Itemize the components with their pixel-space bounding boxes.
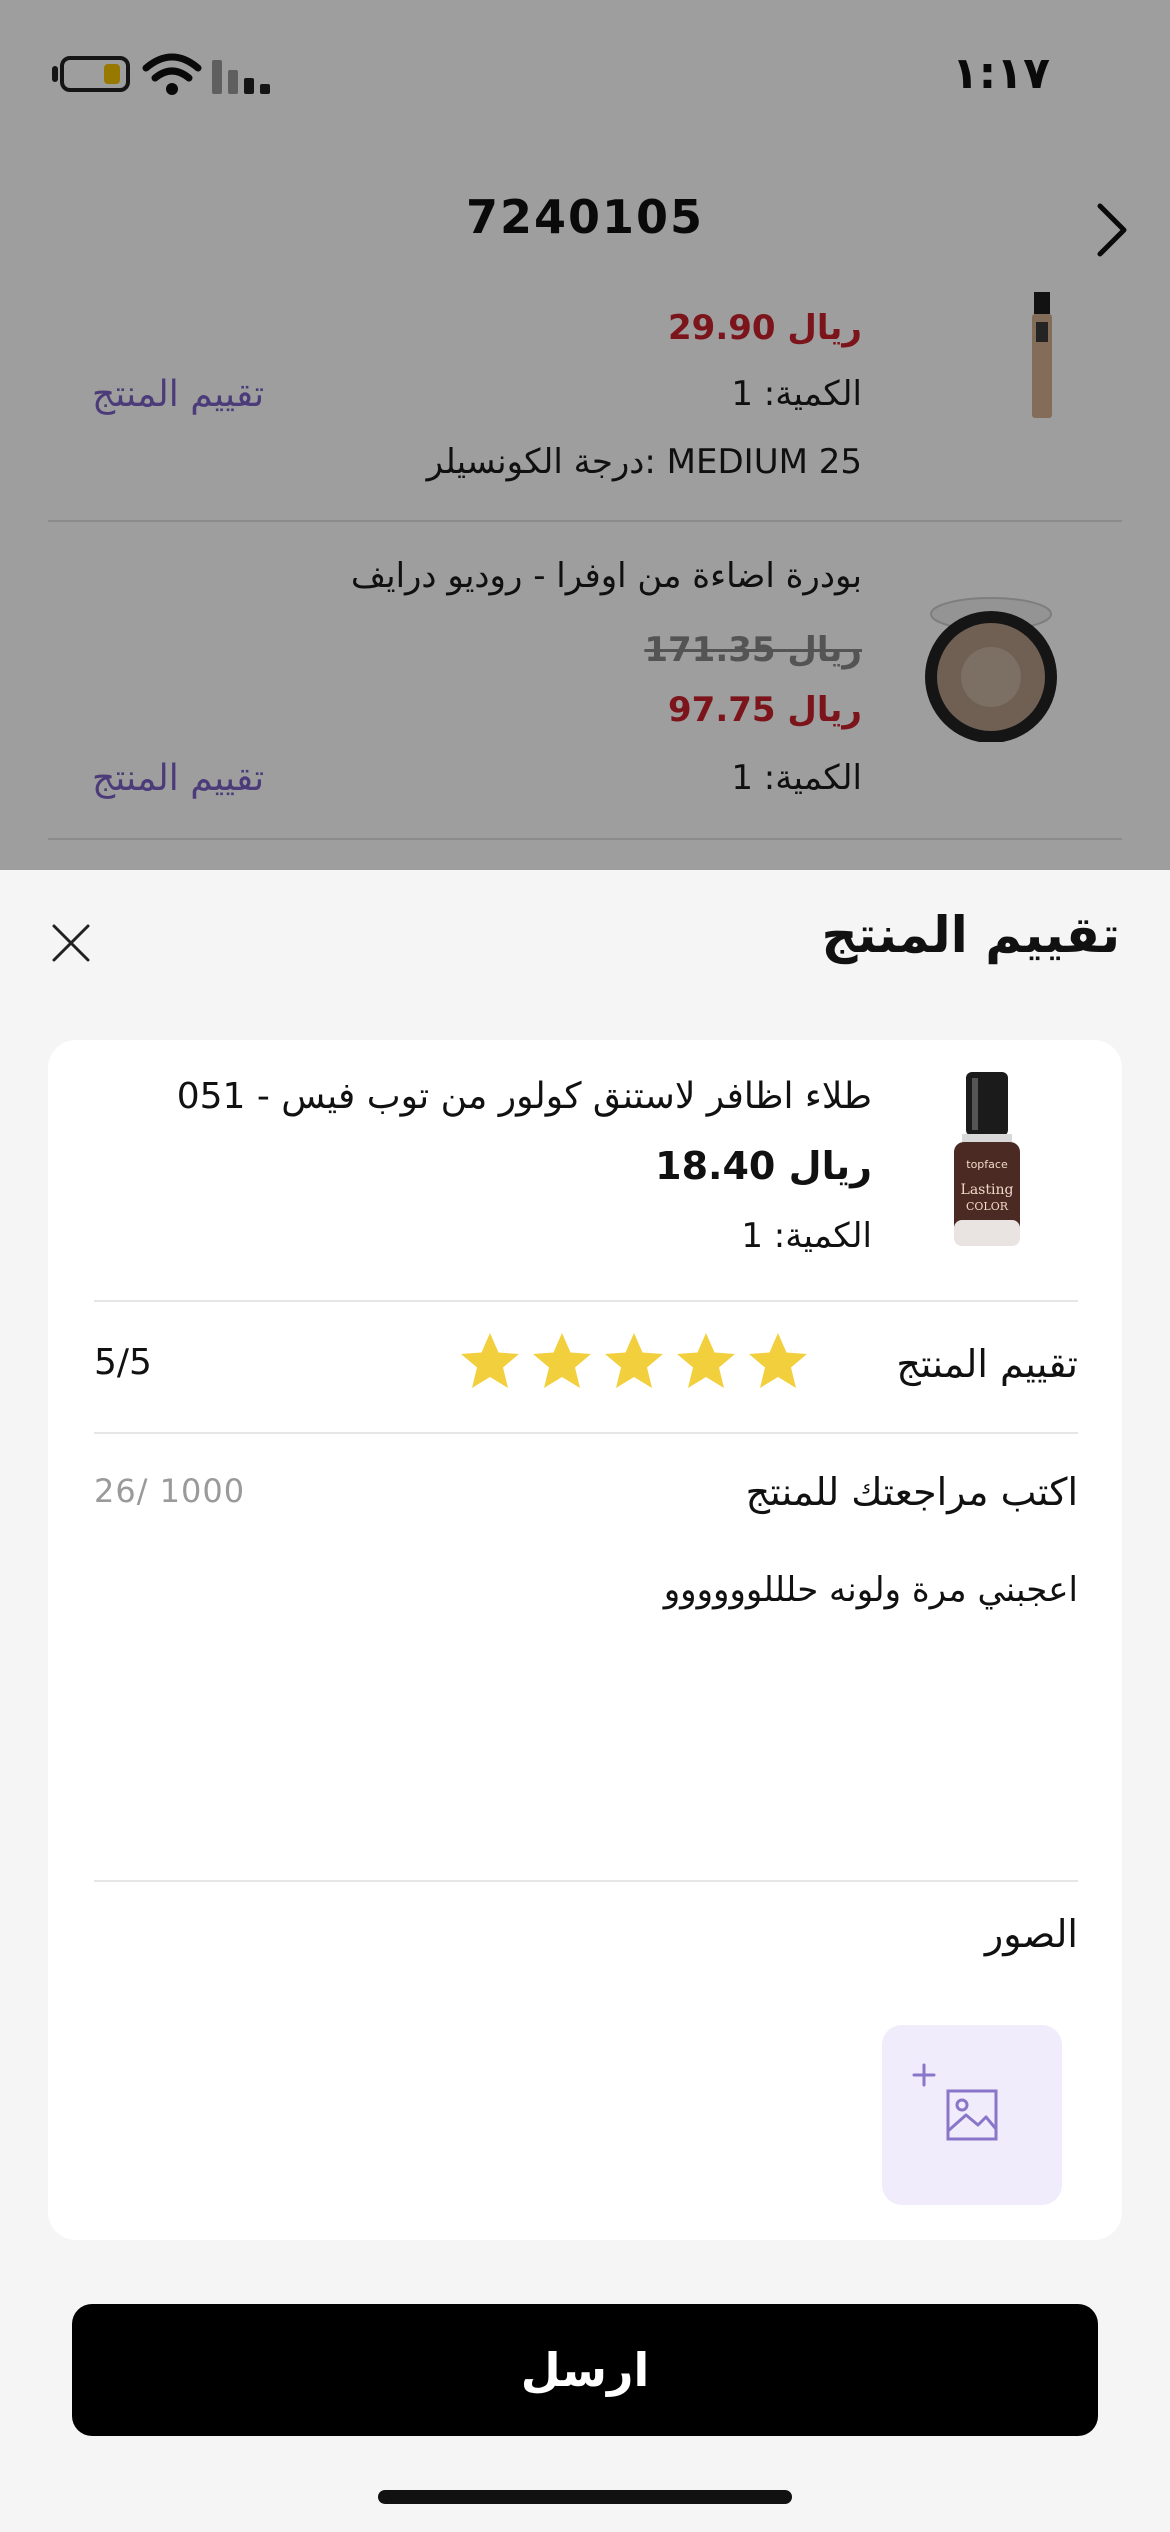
- svg-text:COLOR: COLOR: [966, 1200, 1009, 1213]
- add-photo-button[interactable]: [882, 2025, 1062, 2205]
- divider: [94, 1880, 1078, 1882]
- submit-review-button[interactable]: ارسل: [72, 2304, 1098, 2436]
- review-label: اكتب مراجعتك للمنتج: [745, 1470, 1078, 1514]
- rating-score: 5/5: [94, 1342, 152, 1383]
- product-quantity: الكمية: 1: [741, 1216, 872, 1256]
- nail-polish-image: topface Lasting COLOR: [954, 1072, 1020, 1246]
- product-price: 18.40 ريال: [655, 1144, 872, 1188]
- rating-label: تقييم المنتج: [896, 1342, 1078, 1386]
- star-icon[interactable]: [530, 1330, 594, 1394]
- star-rating[interactable]: [458, 1330, 810, 1400]
- star-icon[interactable]: [458, 1330, 522, 1394]
- close-icon[interactable]: [48, 920, 94, 966]
- home-indicator: [378, 2490, 792, 2504]
- star-icon[interactable]: [602, 1330, 666, 1394]
- svg-text:Lasting: Lasting: [961, 1182, 1014, 1198]
- star-icon[interactable]: [674, 1330, 738, 1394]
- divider: [94, 1432, 1078, 1434]
- modal-backdrop[interactable]: [0, 0, 1170, 870]
- review-textarea[interactable]: اعجبني مرة ولونه حلللوووووو: [664, 1570, 1078, 1610]
- add-image-icon: [912, 2063, 998, 2141]
- product-name: طلاء اظافر لاستنق كولور من توب فيس - 051: [176, 1076, 872, 1117]
- sheet-title: تقييم المنتج: [821, 906, 1121, 964]
- review-char-counter: 26/ 1000: [94, 1472, 246, 1510]
- review-card: topface Lasting COLOR طلاء اظافر لاستنق …: [48, 1040, 1122, 2240]
- svg-text:topface: topface: [966, 1158, 1008, 1171]
- photos-label: الصور: [984, 1912, 1078, 1956]
- rate-product-sheet: تقييم المنتج topface Lasting COLOR طلاء …: [0, 870, 1170, 2532]
- star-icon[interactable]: [746, 1330, 810, 1394]
- divider: [94, 1300, 1078, 1302]
